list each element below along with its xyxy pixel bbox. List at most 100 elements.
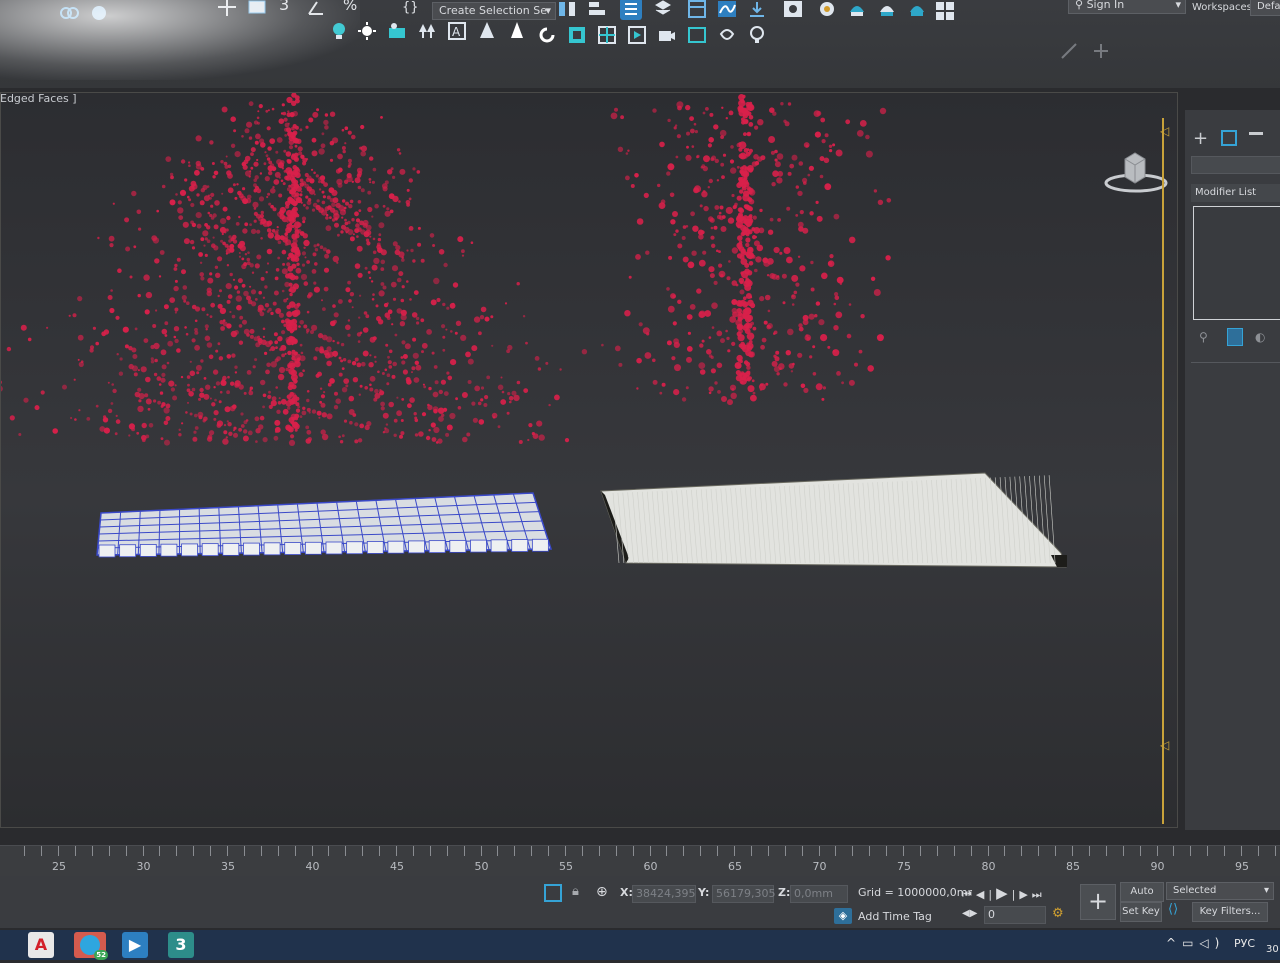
play-icon[interactable]: ▶ — [996, 884, 1012, 902]
telegram-app-icon[interactable]: 52 — [74, 932, 108, 960]
rect-region-icon[interactable] — [246, 0, 268, 18]
go-to-start-icon[interactable]: ⏮ — [962, 888, 976, 901]
particle — [157, 400, 162, 405]
y-coordinate-field[interactable]: 56179,305 — [712, 885, 776, 903]
modify-tab-icon[interactable] — [1221, 130, 1237, 146]
particle — [710, 355, 714, 359]
bulb-icon[interactable] — [746, 24, 768, 46]
angle-snap-icon[interactable] — [305, 0, 327, 18]
light-icon[interactable] — [328, 20, 350, 42]
selection-filter-dropdown[interactable]: Selected ▾ — [1166, 882, 1274, 900]
animation-player-icon[interactable] — [626, 24, 648, 46]
scene-explorer-icon[interactable] — [620, 0, 642, 20]
render-production-icon[interactable] — [876, 0, 898, 20]
volume-icon[interactable]: ◁) — [1199, 936, 1225, 950]
network-icon[interactable]: ▭ — [1182, 936, 1199, 950]
hierarchy-tab-icon[interactable] — [1249, 132, 1263, 144]
particle — [739, 208, 745, 213]
clock[interactable]: 30 — [1266, 944, 1279, 955]
curve-editor-icon[interactable] — [716, 0, 738, 20]
mirror-icon[interactable] — [556, 0, 578, 20]
create-tab-icon[interactable]: + — [1193, 128, 1208, 149]
sign-in-dropdown[interactable]: ⚲ Sign In ▾ — [1068, 0, 1186, 14]
schematic-view-icon[interactable] — [746, 0, 768, 20]
particle — [396, 396, 399, 399]
particle — [873, 289, 881, 296]
modifier-list-dropdown[interactable]: Modifier List — [1191, 184, 1280, 202]
viewport-layout-icon[interactable] — [596, 24, 618, 46]
go-to-end-icon[interactable]: ⏭ — [1032, 888, 1046, 901]
layer-manager-icon[interactable] — [566, 24, 588, 46]
object-name-field[interactable] — [1191, 156, 1280, 174]
pin-icon[interactable] — [1058, 40, 1080, 62]
viewcube-icon[interactable] — [1101, 147, 1171, 197]
z-coordinate-field[interactable]: 0,0mm — [790, 885, 848, 903]
next-frame-icon[interactable]: |▶ — [1012, 888, 1032, 901]
select-move-icon[interactable] — [216, 0, 238, 18]
chevron-up-icon[interactable]: ^ — [1166, 936, 1182, 950]
particle — [174, 384, 177, 387]
particle — [293, 201, 298, 206]
sun-icon[interactable] — [356, 20, 378, 42]
particle — [478, 419, 485, 425]
render-in-cloud-icon[interactable] — [934, 0, 956, 22]
key-tangent-icon[interactable]: ⟨⟩ — [1168, 902, 1178, 917]
daylight-icon[interactable] — [386, 20, 408, 42]
percent-snap-icon[interactable]: % — [340, 0, 362, 16]
previous-frame-icon[interactable]: ◀| — [976, 888, 996, 901]
auto-key-button[interactable]: Auto Key — [1120, 882, 1164, 915]
particle — [347, 164, 351, 168]
time-config-icon[interactable]: ⚙ — [1052, 906, 1064, 921]
language-indicator[interactable]: РУС — [1234, 937, 1255, 950]
3dsmax-app-icon[interactable]: 3 — [168, 932, 194, 958]
time-tag-icon[interactable]: ◈ — [834, 908, 852, 924]
modifier-stack[interactable] — [1193, 206, 1280, 320]
workspace-dropdown[interactable]: Defa — [1250, 0, 1280, 16]
particle — [666, 287, 670, 291]
autocad-app-icon[interactable]: A — [28, 932, 54, 958]
show-end-result-icon[interactable] — [1227, 328, 1243, 346]
add-time-tag-button[interactable]: Add Time Tag — [858, 910, 932, 923]
absolute-mode-icon[interactable]: ⊕ — [596, 884, 608, 900]
set-key-button[interactable]: Set Key — [1120, 902, 1162, 922]
key-filters-button[interactable]: Key Filters... — [1192, 902, 1268, 922]
rendered-frame-window-icon[interactable] — [846, 0, 868, 20]
current-frame-field[interactable]: 0 — [984, 906, 1046, 924]
isolate-selection-icon[interactable] — [544, 884, 562, 902]
tree-icon[interactable] — [476, 20, 498, 42]
make-unique-icon[interactable]: ◐ — [1255, 330, 1265, 344]
teapot-icon[interactable] — [716, 24, 738, 46]
perspective-viewport[interactable] — [0, 92, 1178, 828]
timeline-tick — [666, 846, 668, 856]
particle — [358, 209, 362, 212]
pin-stack-icon[interactable]: ⚲ — [1199, 330, 1208, 344]
track-bar[interactable]: 25 30 35 40 45 50 55 60 65 70 75 80 85 90 95 — [0, 845, 1280, 876]
selection-set-dropdown[interactable]: Create Selection Se ▾ — [432, 2, 556, 20]
x-coordinate-field[interactable]: 38424,395 — [632, 885, 696, 903]
particle — [306, 294, 312, 299]
particle — [398, 271, 404, 277]
edit-named-selection-icon[interactable]: {} — [400, 0, 422, 18]
particle — [824, 183, 832, 191]
railclone-icon[interactable] — [506, 20, 528, 42]
text-icon[interactable]: A — [446, 20, 468, 42]
align-icon[interactable] — [586, 0, 608, 20]
foliage-icon[interactable] — [416, 20, 438, 42]
render-iterative-icon[interactable] — [906, 0, 928, 20]
render-setup-icon[interactable] — [816, 0, 838, 20]
camera-icon[interactable] — [656, 24, 678, 46]
add-icon[interactable] — [1090, 40, 1112, 62]
lock-icon[interactable]: 🔒︎ — [572, 884, 579, 899]
safe-frame-icon[interactable] — [686, 24, 708, 46]
particle — [163, 407, 170, 414]
key-mode-toggle-icon[interactable]: ◀▶ — [962, 908, 977, 919]
viewport-label[interactable]: Edged Faces ] — [0, 92, 77, 105]
material-editor-icon[interactable] — [782, 0, 804, 20]
particle — [446, 371, 450, 375]
refresh-icon[interactable] — [536, 24, 558, 46]
snap-icon[interactable]: 3 — [275, 0, 297, 16]
set-key-big-button[interactable]: + — [1080, 884, 1116, 920]
ribbon-toggle-icon[interactable] — [686, 0, 708, 20]
media-player-app-icon[interactable]: ▶ — [122, 932, 148, 958]
layer-explorer-icon[interactable] — [652, 0, 674, 20]
